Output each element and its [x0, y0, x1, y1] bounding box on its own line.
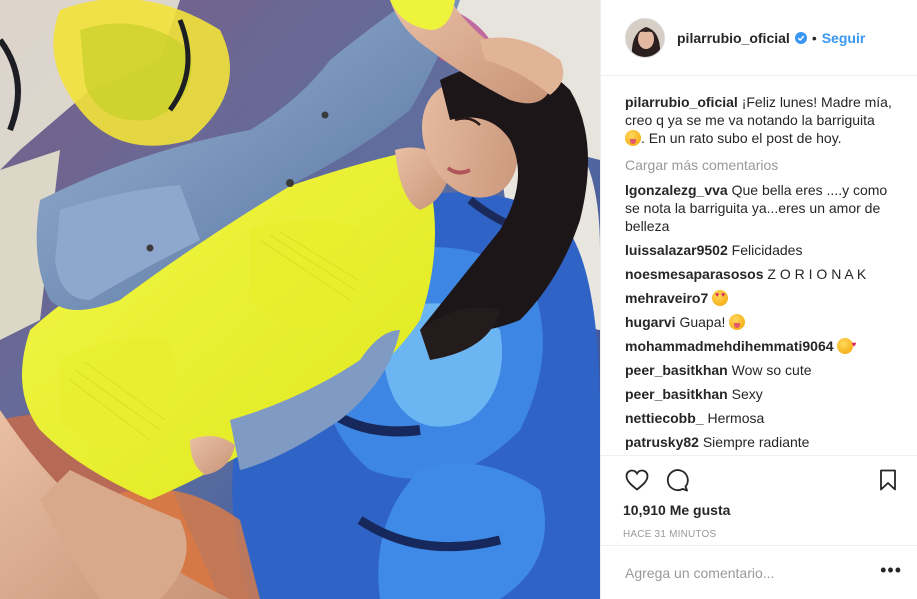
comment-text: Felicidades	[731, 242, 803, 258]
comment-text: Siempre radiante	[702, 434, 810, 450]
comment-item: mehraveiro7	[625, 289, 894, 307]
comment-username[interactable]: nettiecobb_	[625, 410, 704, 426]
heart-eyes-emoji-icon	[712, 290, 729, 306]
post-photo[interactable]	[0, 0, 600, 599]
post-photo-illustration	[0, 0, 600, 599]
comment-item: peer_basitkhan Sexy	[625, 385, 894, 403]
comment-text: Sexy	[731, 386, 763, 402]
more-options-icon[interactable]: •••	[880, 561, 902, 581]
comment-item: lgonzalezg_vva Que bella eres ....y como…	[625, 181, 894, 235]
tongue-wink-emoji-icon	[729, 314, 746, 330]
comment-text: Z O R I O N A K	[767, 266, 867, 282]
comment-username[interactable]: noesmesaparasosos	[625, 266, 764, 282]
separator-dot: •	[811, 29, 817, 46]
verified-badge-icon	[794, 31, 807, 44]
heart-outline-icon	[625, 469, 649, 491]
comment-item: peer_basitkhan Wow so cute	[625, 361, 894, 379]
like-button[interactable]	[623, 466, 651, 494]
comment-item: luissalazar9502 Felicidades	[625, 241, 894, 259]
comment-text: Hermosa	[707, 410, 765, 426]
likes-number: 10,910	[623, 502, 666, 518]
tongue-wink-emoji-icon	[625, 130, 641, 146]
comment-text: Wow so cute	[731, 362, 812, 378]
comment-username[interactable]: mehraveiro7	[625, 290, 708, 306]
comments-list: pilarrubio_oficial ¡Feliz lunes! Madre m…	[601, 77, 917, 455]
action-icons	[623, 456, 902, 500]
comment-button[interactable]	[663, 466, 691, 494]
comment-item: patrusky82 Siempre radiante	[625, 433, 894, 451]
post-header: pilarrubio_oficial • Seguir	[601, 0, 917, 76]
caption-username[interactable]: pilarrubio_oficial	[625, 94, 738, 110]
comment-item: nettiecobb_ Hermosa	[625, 409, 894, 427]
comment-username[interactable]: lgonzalezg_vva	[625, 182, 728, 198]
add-comment-bar: •••	[601, 545, 917, 599]
post-detail-panel: pilarrubio_oficial • Seguir pilarrubio_o…	[600, 0, 917, 599]
caption: pilarrubio_oficial ¡Feliz lunes! Madre m…	[625, 93, 894, 147]
avatar[interactable]	[625, 17, 665, 58]
comment-username[interactable]: peer_basitkhan	[625, 386, 728, 402]
comment-item: mohammadmehdihemmati9064	[625, 336, 894, 355]
kiss-emoji-icon	[837, 336, 856, 354]
comment-username[interactable]: hugarvi	[625, 314, 676, 330]
header-username[interactable]: pilarrubio_oficial	[677, 30, 790, 46]
save-button[interactable]	[874, 466, 902, 494]
comment-username[interactable]: patrusky82	[625, 434, 699, 450]
comment-item: hugarvi Guapa!	[625, 313, 894, 331]
follow-button[interactable]: Seguir	[822, 30, 866, 46]
post-timestamp[interactable]: Hace 31 minutos	[623, 529, 902, 540]
comment-username[interactable]: mohammadmehdihemmati9064	[625, 338, 834, 354]
caption-tail: . En un rato subo el post de hoy.	[641, 130, 842, 146]
comment-username[interactable]: peer_basitkhan	[625, 362, 728, 378]
speech-bubble-icon	[666, 469, 689, 492]
comment-username[interactable]: luissalazar9502	[625, 242, 728, 258]
load-more-comments-button[interactable]: Cargar más comentarios	[625, 156, 894, 174]
bookmark-icon	[880, 469, 896, 491]
likes-label: Me gusta	[669, 502, 731, 518]
avatar-image	[626, 18, 664, 57]
likes-count[interactable]: 10,910 Me gusta	[623, 502, 902, 518]
comment-item: noesmesaparasosos Z O R I O N A K	[625, 265, 894, 283]
comment-input[interactable]	[625, 564, 881, 581]
comment-text: Guapa!	[679, 314, 726, 330]
